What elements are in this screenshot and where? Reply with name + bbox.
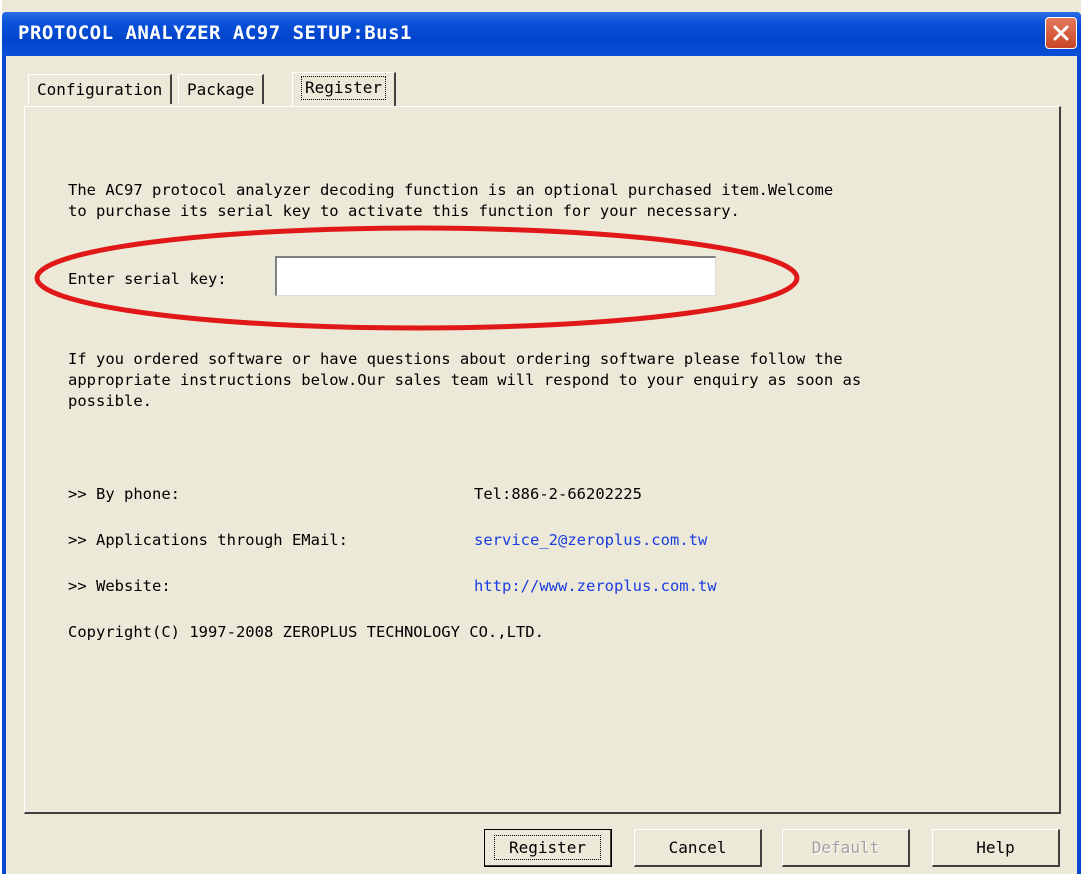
dialog-window: PROTOCOL ANALYZER AC97 SETUP:Bus1 Config…	[2, 0, 1081, 874]
default-button[interactable]: Default	[782, 829, 910, 867]
window-title: PROTOCOL ANALYZER AC97 SETUP:Bus1	[18, 22, 412, 44]
tab-register[interactable]: Register	[292, 72, 397, 106]
intro-line-2: to purchase its serial key to activate t…	[68, 202, 740, 220]
close-button[interactable]	[1045, 17, 1077, 49]
window-frame-left	[2, 56, 6, 874]
tab-configuration[interactable]: Configuration	[28, 74, 173, 104]
serial-key-label: Enter serial key:	[68, 270, 227, 288]
ordering-line-3: possible.	[68, 392, 152, 410]
serial-key-input[interactable]	[275, 256, 716, 296]
phone-label: >> By phone:	[68, 485, 180, 503]
email-link[interactable]: service_2@zeroplus.com.tw	[474, 531, 707, 549]
cancel-button[interactable]: Cancel	[634, 829, 762, 867]
window-frame-right	[1077, 56, 1081, 874]
ordering-line-1: If you ordered software or have question…	[68, 350, 843, 368]
cancel-button-label: Cancel	[668, 838, 727, 857]
register-button-label: Register	[493, 835, 602, 860]
email-label: >> Applications through EMail:	[68, 531, 348, 549]
phone-value: Tel:886-2-66202225	[474, 485, 642, 503]
tab-label: Package	[187, 80, 255, 99]
website-label: >> Website:	[68, 577, 171, 595]
tab-label: Configuration	[37, 80, 163, 99]
intro-line-1: The AC97 protocol analyzer decoding func…	[68, 181, 834, 199]
ordering-line-2: appropriate instructions below.Our sales…	[68, 371, 862, 389]
title-bar[interactable]: PROTOCOL ANALYZER AC97 SETUP:Bus1	[2, 12, 1081, 56]
default-button-label: Default	[811, 838, 880, 857]
close-icon	[1053, 25, 1069, 41]
help-button[interactable]: Help	[932, 829, 1060, 867]
register-button[interactable]: Register	[484, 829, 612, 867]
help-button-label: Help	[976, 838, 1015, 857]
tab-label: Register	[301, 76, 387, 100]
copyright-text: Copyright(C) 1997-2008 ZEROPLUS TECHNOLO…	[68, 623, 544, 641]
website-link[interactable]: http://www.zeroplus.com.tw	[474, 577, 717, 595]
tab-package[interactable]: Package	[178, 74, 265, 104]
